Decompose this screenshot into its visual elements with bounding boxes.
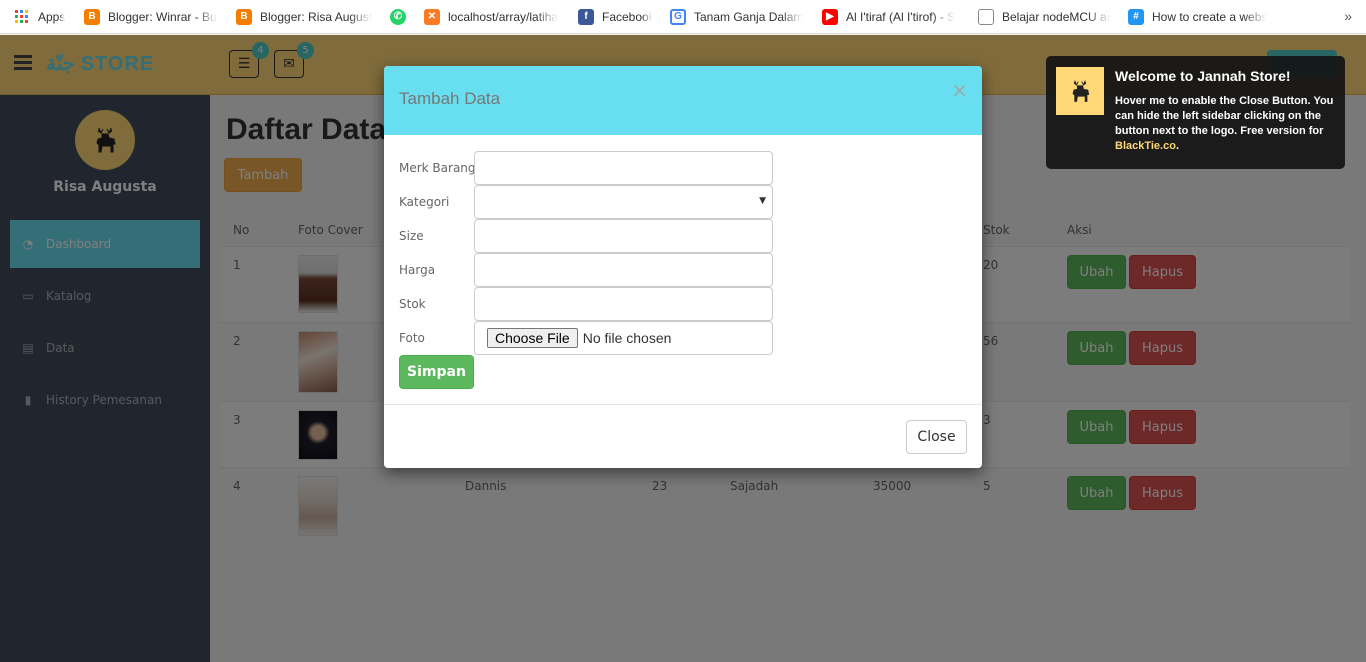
bookmark-label: Facebook [602,9,652,24]
modal-footer-divider [384,404,982,405]
notification-title: Welcome to Jannah Store! [1115,68,1291,84]
hashnode-icon: # [1128,8,1144,25]
kategori-select[interactable]: ▼ [474,185,773,219]
page-icon [978,8,994,25]
bookmark-localhost[interactable]: ✕ localhost/array/latiha [414,0,568,34]
stok-input[interactable] [474,287,773,321]
bookmark-label: Blogger: Risa Augusti [260,9,372,24]
bookmark-label: Belajar nodeMCU ard [1002,9,1110,24]
harga-input[interactable] [474,253,773,287]
save-button[interactable]: Simpan [399,355,474,389]
choose-file-button[interactable]: Choose File [487,328,578,348]
more-bookmarks-icon[interactable]: » [1344,8,1352,24]
whatsapp-icon: ✆ [390,8,406,25]
notification-text: Hover me to enable the Close Button. You… [1115,94,1341,154]
foto-file-input: Choose File No file chosen [474,321,773,355]
bookmarks-bar: Apps B Blogger: Winrar - Bua B Blogger: … [0,0,1366,34]
label-foto: Foto [399,331,425,345]
bookmark-blogger-risa[interactable]: B Blogger: Risa Augusti [226,0,380,34]
close-button[interactable]: Close [906,420,967,454]
bookmark-label: Al I'tiraf (Al I'tirof) - S [846,9,956,24]
blogger-icon: B [84,8,100,25]
notification-suffix: . [1175,140,1180,152]
merk-input[interactable] [474,151,773,185]
label-stok: Stok [399,297,426,311]
welcome-notification[interactable]: Welcome to Jannah Store! Hover me to ena… [1046,56,1345,169]
facebook-icon: f [578,8,594,25]
xampp-icon: ✕ [424,8,440,25]
bookmark-tanam[interactable]: G Tanam Ganja Dalam [660,0,812,34]
bookmark-label: Tanam Ganja Dalam [694,9,804,24]
label-size: Size [399,229,424,243]
blacktie-link[interactable]: BlackTie.co [1115,140,1176,152]
blogger-icon: B [236,8,252,25]
modal-header: Tambah Data × [384,66,982,135]
bookmark-label: localhost/array/latiha [448,9,559,24]
chevron-down-icon: ▼ [759,196,766,206]
label-harga: Harga [399,263,436,277]
bookmark-webs[interactable]: # How to create a webs [1118,0,1278,34]
size-input[interactable] [474,219,773,253]
apps-grid-icon [14,9,30,25]
notification-body: Hover me to enable the Close Button. You… [1115,95,1334,137]
deer-icon [1072,80,1090,102]
bookmark-youtube[interactable]: ▶ Al I'tiraf (Al I'tirof) - S [812,0,968,34]
bookmark-label: How to create a webs [1152,9,1268,24]
modal-title: Tambah Data [399,89,501,108]
youtube-icon: ▶ [822,8,838,25]
bookmark-apps[interactable]: Apps [0,0,74,34]
close-icon[interactable]: × [951,78,968,102]
bookmark-label: Apps [38,9,66,24]
file-status: No file chosen [582,330,672,346]
bookmark-label: Blogger: Winrar - Bua [108,9,218,24]
bookmark-facebook[interactable]: f Facebook [568,0,660,34]
notification-avatar [1056,67,1104,115]
add-data-modal: Tambah Data × Merk Barang Kategori ▼ Siz… [384,66,982,468]
bookmark-whatsapp[interactable]: ✆ [380,0,414,34]
bookmark-blogger-winrar[interactable]: B Blogger: Winrar - Bua [74,0,226,34]
g-icon: G [670,8,686,25]
label-kategori: Kategori [399,195,450,209]
label-merk: Merk Barang [399,161,476,175]
bookmark-nodemcu[interactable]: Belajar nodeMCU ard [968,0,1118,34]
